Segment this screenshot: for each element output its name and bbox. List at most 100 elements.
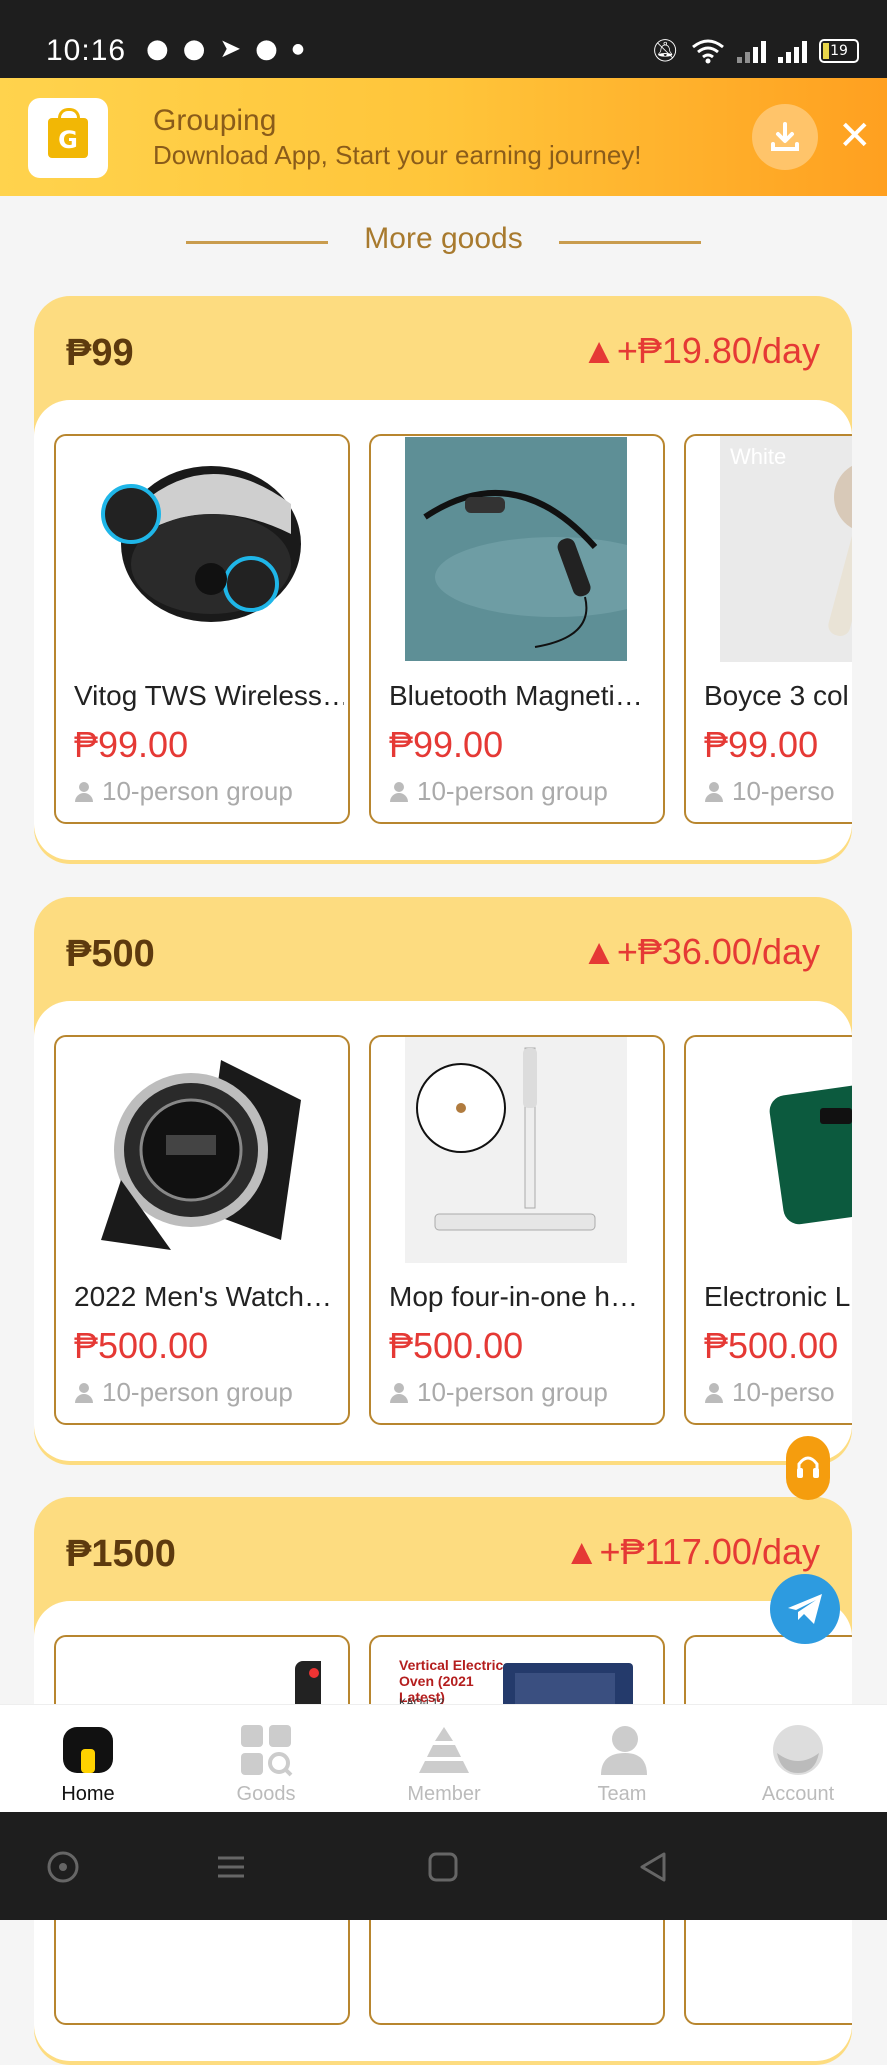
tier-daily-earning: ▲+₱117.00/day bbox=[563, 1531, 820, 1572]
watch-image bbox=[101, 1060, 301, 1250]
customer-support-button[interactable] bbox=[786, 1436, 830, 1500]
nav-account[interactable]: Account bbox=[738, 1723, 858, 1806]
product-image bbox=[720, 1037, 852, 1263]
download-icon bbox=[771, 122, 799, 151]
product-name: 2022 Men's Watch… bbox=[74, 1281, 332, 1312]
tier-card: ₱99 ▲+₱19.80/day Vitog TWS Wireless… ₱99… bbox=[34, 296, 852, 864]
product-card[interactable]: Electronic L ₱500.00 10-perso bbox=[684, 1035, 852, 1425]
nav-label: Home bbox=[61, 1783, 115, 1805]
tier-price: ₱1500 bbox=[66, 1533, 176, 1575]
group-size: 10-person group bbox=[74, 1377, 293, 1408]
status-time: 10:16 bbox=[46, 34, 127, 67]
notification-icons: ● ● ➤ ● ● bbox=[146, 36, 304, 62]
person-icon bbox=[389, 1382, 409, 1403]
product-card[interactable]: 2022 Men's Watch… ₱500.00 10-person grou… bbox=[54, 1035, 350, 1425]
product-card[interactable]: Mop four-in-one h… ₱500.00 10-person gro… bbox=[369, 1035, 665, 1425]
section-header: More goods bbox=[0, 222, 887, 262]
nav-label: Member bbox=[407, 1783, 481, 1805]
product-name: Bluetooth Magneti… bbox=[389, 680, 643, 711]
discord-icon: ● bbox=[146, 34, 169, 64]
product-name: Vitog TWS Wireless… bbox=[74, 680, 344, 711]
person-icon bbox=[74, 1382, 94, 1403]
product-image bbox=[405, 436, 627, 662]
back-icon[interactable] bbox=[636, 1850, 670, 1884]
account-icon bbox=[771, 1723, 825, 1777]
person-icon bbox=[704, 1382, 724, 1403]
battery-icon: 19 bbox=[819, 39, 859, 63]
goods-grid-icon bbox=[239, 1723, 293, 1777]
dot-icon: ● bbox=[291, 41, 305, 57]
nav-label: Goods bbox=[236, 1783, 296, 1805]
nav-member[interactable]: Member bbox=[384, 1723, 504, 1806]
telegram-button[interactable] bbox=[770, 1574, 840, 1644]
banner-subtitle: Download App, Start your earning journey… bbox=[153, 140, 642, 170]
nav-label: Team bbox=[597, 1783, 647, 1805]
product-row: 2022 Men's Watch… ₱500.00 10-person grou… bbox=[34, 1001, 852, 1461]
scale-image bbox=[769, 1080, 852, 1225]
product-image bbox=[70, 1037, 332, 1263]
product-image bbox=[405, 1037, 627, 1263]
section-title: More goods bbox=[364, 222, 523, 255]
product-card[interactable]: Vitog TWS Wireless… ₱99.00 10-person gro… bbox=[54, 434, 350, 824]
product-image bbox=[70, 436, 332, 662]
group-label: 10-perso bbox=[732, 776, 835, 806]
image-caption: White bbox=[730, 444, 787, 469]
product-price: ₱99.00 bbox=[389, 724, 504, 765]
nav-goods[interactable]: Goods bbox=[206, 1723, 326, 1806]
product-name: Boyce 3 col bbox=[704, 680, 849, 711]
wifi-icon bbox=[692, 39, 724, 64]
mop-image bbox=[416, 1047, 596, 1231]
group-size: 10-person group bbox=[389, 776, 608, 807]
group-size: 10-person group bbox=[74, 776, 293, 807]
nav-home[interactable]: Home bbox=[28, 1723, 148, 1806]
home-icon bbox=[61, 1723, 115, 1777]
product-price: ₱500.00 bbox=[389, 1325, 524, 1366]
product-card[interactable]: White Boyce 3 col ₱99.00 10-perso bbox=[684, 434, 852, 824]
app-logo-letter: G bbox=[58, 126, 78, 154]
signal-icon-2 bbox=[778, 39, 807, 63]
status-bar: 10:16 ● ● ➤ ● ● 🔕︎ 19 bbox=[0, 0, 887, 78]
app-download-banner[interactable]: G Grouping Download App, Start your earn… bbox=[0, 78, 887, 196]
team-icon bbox=[595, 1723, 649, 1777]
signal-icon-1 bbox=[737, 39, 766, 63]
earbuds-image bbox=[101, 466, 301, 622]
tier-price: ₱99 bbox=[66, 332, 134, 374]
messenger-icon: ● bbox=[182, 34, 206, 64]
product-price: ₱99.00 bbox=[74, 724, 189, 765]
telegram-icon: ➤ bbox=[219, 34, 242, 64]
group-label: 10-person group bbox=[417, 776, 608, 806]
person-icon bbox=[704, 781, 724, 802]
tier-daily-earning: ▲+₱36.00/day bbox=[581, 931, 820, 972]
person-icon bbox=[389, 781, 409, 802]
product-card[interactable]: Bluetooth Magneti… ₱99.00 10-person grou… bbox=[369, 434, 665, 824]
mute-bell-icon: 🔕︎ bbox=[651, 38, 679, 64]
group-label: 10-perso bbox=[732, 1377, 835, 1407]
group-label: 10-person group bbox=[102, 776, 293, 806]
menu-icon[interactable] bbox=[214, 1850, 248, 1884]
product-price: ₱500.00 bbox=[74, 1325, 209, 1366]
product-price: ₱500.00 bbox=[704, 1325, 839, 1366]
product-row: Vitog TWS Wireless… ₱99.00 10-person gro… bbox=[34, 400, 852, 860]
home-square-icon[interactable] bbox=[426, 1850, 460, 1884]
assistant-circle-icon[interactable] bbox=[46, 1850, 80, 1884]
app-logo: G bbox=[28, 98, 108, 178]
tier-daily-earning: ▲+₱19.80/day bbox=[581, 330, 820, 371]
nav-team[interactable]: Team bbox=[562, 1723, 682, 1806]
system-navigation-bar bbox=[0, 1812, 887, 1920]
bear-icon: ● bbox=[255, 34, 278, 64]
shopping-bag-icon: G bbox=[48, 108, 88, 158]
group-label: 10-person group bbox=[417, 1377, 608, 1407]
battery-level: 19 bbox=[830, 43, 848, 59]
tier-price: ₱500 bbox=[66, 933, 155, 975]
telegram-icon bbox=[788, 1594, 822, 1624]
group-label: 10-person group bbox=[102, 1377, 293, 1407]
group-size: 10-perso bbox=[704, 776, 835, 807]
status-right: 🔕︎ 19 bbox=[651, 38, 859, 64]
divider-right bbox=[559, 241, 701, 244]
close-icon[interactable]: ✕ bbox=[838, 116, 872, 156]
group-size: 10-person group bbox=[389, 1377, 608, 1408]
fan-image bbox=[828, 465, 852, 636]
download-button[interactable] bbox=[752, 104, 818, 170]
neckband-earphones-image bbox=[405, 437, 627, 661]
product-name: Mop four-in-one h… bbox=[389, 1281, 639, 1312]
